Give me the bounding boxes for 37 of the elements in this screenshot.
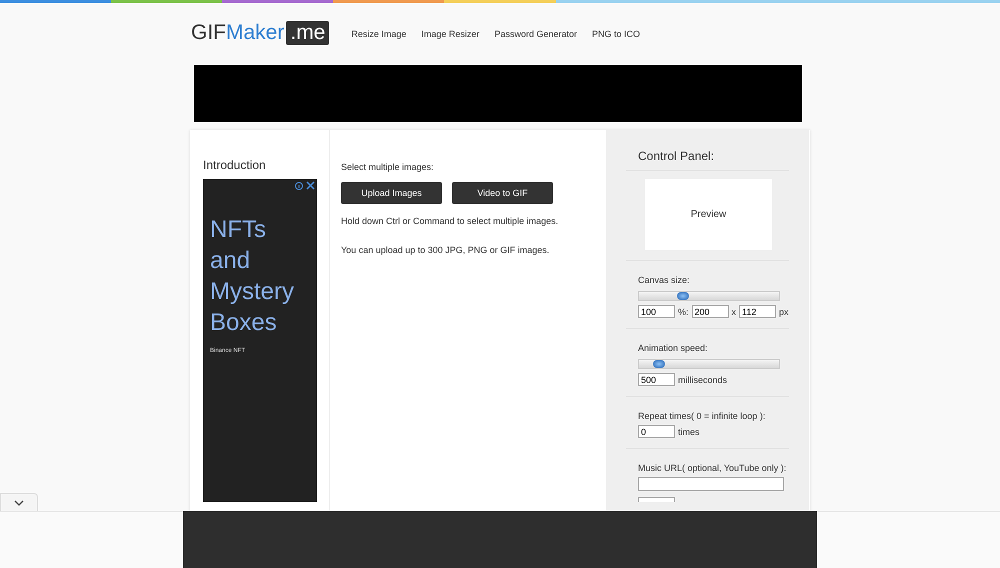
unit-label: %: xyxy=(678,306,689,316)
percent-field[interactable]: 100 xyxy=(638,305,675,318)
slider-thumb[interactable] xyxy=(676,292,689,300)
width-field[interactable]: 200 xyxy=(692,305,729,318)
nav-link[interactable]: Resize Image xyxy=(351,29,406,39)
info-text: You can upload up to 300 JPG, PNG or GIF images. xyxy=(341,245,550,255)
unit-label: times xyxy=(678,426,700,436)
section-title: Introduction xyxy=(203,158,267,172)
panel-title: Control Panel: xyxy=(626,130,789,171)
repeat-field[interactable]: 0 xyxy=(638,425,675,438)
nav-link[interactable]: PNG to ICO xyxy=(592,29,640,39)
height-field[interactable]: 112 xyxy=(739,305,776,318)
ad-headline[interactable]: NFTs and Mystery Boxes xyxy=(210,214,305,338)
nav-link[interactable]: Password Generator xyxy=(494,29,577,39)
slider-track[interactable] xyxy=(638,359,780,369)
ad-info-close-icon[interactable] xyxy=(295,181,315,191)
speed-field[interactable]: 500 xyxy=(638,373,675,386)
field-label: Repeat times( 0 = infinite loop ): xyxy=(638,411,766,421)
unit-label: px xyxy=(779,306,789,316)
input-field[interactable] xyxy=(638,497,675,502)
field-label: Canvas size: xyxy=(638,275,691,285)
unit-label: x xyxy=(732,306,736,316)
nav-link[interactable]: Image Resizer xyxy=(421,29,480,39)
music-url-field[interactable] xyxy=(638,477,784,491)
field-label: Music URL( optional, YouTube only ): xyxy=(638,463,788,473)
slider-thumb[interactable] xyxy=(653,360,665,368)
slider-track[interactable] xyxy=(638,291,780,301)
preview-box: Preview xyxy=(645,179,772,250)
info-text: Hold down Ctrl or Command to select multiple images. xyxy=(341,216,560,226)
field-label: Animation speed: xyxy=(638,343,709,353)
unit-label: milliseconds xyxy=(678,374,728,384)
upload-button[interactable]: Upload Images xyxy=(341,182,442,204)
site-logo[interactable]: GIFMaker .me xyxy=(191,21,330,45)
chevron-down-icon xyxy=(14,500,24,506)
video-button[interactable]: Video to GIF xyxy=(452,182,553,204)
upload-label: Select multiple images: xyxy=(341,162,435,172)
collapse-tab[interactable] xyxy=(0,493,38,511)
